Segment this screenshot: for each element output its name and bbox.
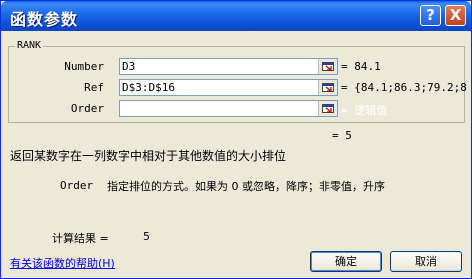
title-bar[interactable]: 函数参数 ? X — [1, 1, 471, 31]
order-label: Order — [70, 102, 104, 115]
function-help-link[interactable]: 有关该函数的帮助(H) — [10, 255, 115, 271]
ref-input[interactable]: D$3:D$16 — [119, 79, 338, 96]
ref-result: = {84.1;86.3;79.2;8 — [341, 81, 467, 94]
dialog-title: 函数参数 — [10, 10, 79, 29]
number-input[interactable]: D3 — [119, 58, 338, 75]
ref-value: D$3:D$16 — [122, 81, 175, 94]
ref-label: Ref — [84, 81, 104, 94]
ok-button[interactable]: 确定 — [310, 251, 382, 272]
cancel-button[interactable]: 取消 — [390, 251, 462, 272]
calc-result-label: 计算结果 = — [52, 232, 109, 245]
function-name: RANK — [15, 40, 44, 51]
function-result: = 5 — [332, 129, 352, 142]
collapse-dialog-icon[interactable] — [318, 101, 337, 116]
number-label: Number — [64, 60, 104, 73]
order-result: = 逻辑值 — [341, 104, 388, 117]
function-group-box: RANK Number D3 = 84.1 Ref D$3:D$16 = {84… — [8, 40, 467, 123]
calc-result-value: 5 — [143, 230, 150, 243]
number-value: D3 — [122, 60, 136, 73]
close-icon[interactable]: X — [445, 5, 466, 26]
order-input[interactable] — [119, 100, 338, 117]
argument-help-text: 指定排位的方式。如果为 0 或忽略，降序；非零值，升序 — [107, 180, 385, 193]
collapse-dialog-icon[interactable] — [318, 59, 337, 74]
collapse-dialog-icon[interactable] — [318, 80, 337, 95]
function-description: 返回某数字在一列数字中相对于其他数值的大小排位 — [10, 149, 287, 163]
function-arguments-dialog: 函数参数 ? X RANK Number D3 = 84.1 Ref D$3:D… — [0, 0, 472, 279]
help-icon[interactable]: ? — [420, 5, 441, 26]
argument-help-name: Order — [60, 179, 94, 192]
number-result: = 84.1 — [341, 60, 381, 73]
